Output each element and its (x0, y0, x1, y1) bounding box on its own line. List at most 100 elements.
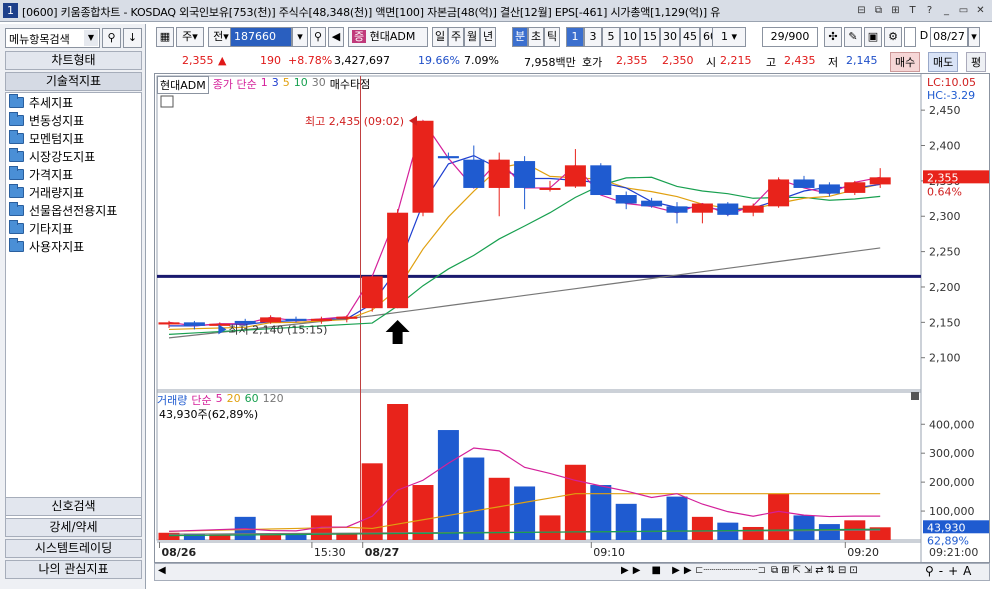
ma-legend-5[interactable]: 5 (283, 76, 290, 94)
period-tab[interactable]: 주 (448, 27, 464, 47)
minute-tab[interactable]: 10 (620, 27, 640, 47)
save-icon[interactable]: ▣ (864, 27, 882, 47)
period-tab[interactable]: 년 (480, 27, 496, 47)
signal-search-button[interactable]: 신호검색 (5, 497, 142, 516)
tree-item[interactable]: 모멘텀지표 (9, 129, 117, 147)
market-label: 주 (182, 30, 193, 43)
strength-button[interactable]: 강세/약세 (5, 518, 142, 537)
tree-item-label: 기타지표 (29, 221, 74, 236)
chart-tools-icons[interactable]: ⧉⊞⇱⇲⇄⇅⊟⊡ (771, 565, 861, 576)
playback-icons[interactable]: ▶▶ ■ ▶▶ (621, 565, 696, 576)
stock-legend[interactable]: 현대ADM (157, 76, 209, 94)
folder-icon (9, 111, 24, 126)
tree-item-label: 변동성지표 (29, 113, 85, 128)
period-tab[interactable]: 초 (528, 27, 544, 47)
window-title: [0600] 키움종합차트 - KOSDAQ 외국인보유[753(천)] 주식수… (22, 6, 721, 19)
scroll-left-icon[interactable]: ◀ (158, 565, 166, 576)
minute-tab[interactable]: 15 (640, 27, 660, 47)
pin-icon[interactable]: ⊞ (888, 3, 903, 18)
search-icon[interactable]: ⚲ (310, 27, 326, 47)
high-annotation: 최고 2,435 (09:02) (305, 115, 404, 128)
ma-legend-3[interactable]: 3 (272, 76, 279, 94)
stock-code-input[interactable]: 187660 (230, 27, 292, 47)
text-icon[interactable]: T (905, 3, 920, 18)
up-arrow-icon: ▲ (218, 54, 227, 67)
tree-item[interactable]: 추세지표 (9, 93, 117, 111)
ma-legend-1[interactable]: 1 (261, 76, 268, 94)
time-axis-label: 09:21:00 (929, 546, 978, 559)
eval-button[interactable]: 평 (966, 52, 987, 72)
sound-icon[interactable]: ◀ (328, 27, 344, 47)
restore-icon[interactable]: ▭ (956, 3, 971, 18)
tree-item[interactable]: 기타지표 (9, 219, 117, 237)
ma-legend-label[interactable]: 종가 단순 (213, 76, 257, 94)
period-tab[interactable]: 분 (512, 27, 528, 47)
date-checkbox[interactable] (904, 27, 916, 47)
y-tick-label: 2,300 (929, 210, 961, 223)
zoom-slider[interactable]: ⊏┄┄┄┄┄┄┄┄┄⊐ (695, 565, 766, 576)
draw-icon[interactable]: ✣ (824, 27, 842, 47)
menu-search-select[interactable]: 메뉴항목검색 ▼ (5, 28, 100, 48)
buy-button[interactable]: 매수 (890, 52, 921, 72)
tree-item-label: 사용자지표 (29, 239, 85, 254)
period-tab[interactable]: 월 (464, 27, 480, 47)
market-select[interactable]: 주▾ (176, 27, 204, 47)
count-input[interactable]: 29/900 (762, 27, 818, 47)
quote-infobar: 2,355 ▲ 190 +8.78% 3,427,697 19.66% 7.09… (152, 51, 992, 72)
chevron-down-icon[interactable]: ▾ (292, 27, 308, 47)
tech-indicator-header[interactable]: 기술적지표 (5, 72, 142, 91)
tree-item[interactable]: 시장강도지표 (9, 147, 117, 165)
zoom-icons[interactable]: ⚲-+A (925, 564, 976, 578)
buy-signal-arrow-icon (385, 320, 410, 344)
minimize-icon[interactable]: _ (939, 3, 954, 18)
chart-area[interactable]: 2,4502,4002,3502,3002,2502,2002,1502,100… (154, 73, 990, 563)
minute-tab[interactable]: 45 (680, 27, 700, 47)
layout-icon[interactable]: ⊟ (854, 3, 869, 18)
signal-legend[interactable]: 매수타점 (330, 76, 370, 94)
candle-up (844, 182, 866, 193)
calendar-chevron-icon[interactable]: ▾ (968, 27, 980, 47)
copy-icon[interactable]: ⧉ (871, 3, 886, 18)
grid-icon[interactable]: ▦ (156, 27, 174, 47)
quote-label: 호가 (582, 56, 603, 69)
multiplier-select[interactable]: 1 ▾ (712, 27, 746, 47)
chevron-down-icon[interactable]: ▼ (84, 30, 98, 46)
gear-icon[interactable]: ⚙ (884, 27, 902, 47)
stock-name-field[interactable]: 증 현대ADM (348, 27, 428, 47)
volume-tick-label: 200,000 (929, 476, 975, 489)
search-icon[interactable]: ⚲ (102, 28, 121, 48)
chart-scrollbar[interactable]: ◀ ▶▶ ■ ▶▶ ⊏┄┄┄┄┄┄┄┄┄⊐ ⧉⊞⇱⇲⇄⇅⊟⊡ ⚲-+A (154, 563, 990, 581)
minute-tab[interactable]: 5 (602, 27, 620, 47)
window-controls: ⊟ ⧉ ⊞ T? _ ▭ ✕ (854, 3, 988, 18)
tree-item[interactable]: 가격지표 (9, 165, 117, 183)
tree-item[interactable]: 변동성지표 (9, 111, 117, 129)
date-input[interactable]: 08/27 (930, 27, 968, 47)
tree-item[interactable]: 사용자지표 (9, 237, 117, 255)
stock-name: 현대ADM (369, 30, 416, 43)
period-tab[interactable]: 틱 (544, 27, 560, 47)
x-tick-label: 09:20 (847, 546, 879, 559)
help-icon[interactable]: ? (922, 3, 937, 18)
chart-svg[interactable]: 2,4502,4002,3502,3002,2502,2002,1502,100… (155, 74, 989, 562)
minute-tab[interactable]: 30 (660, 27, 680, 47)
minute-tab[interactable]: 3 (584, 27, 602, 47)
chart-type-button[interactable]: 차트형태 (5, 51, 142, 70)
ma-legend-10[interactable]: 10 (294, 76, 308, 94)
volume-ma-120[interactable]: 120 (263, 392, 284, 408)
folder-icon (9, 93, 24, 108)
my-indicator-button[interactable]: 나의 관심지표 (5, 560, 142, 579)
volume-bar (641, 518, 663, 540)
close-icon[interactable]: ✕ (973, 3, 988, 18)
ma-legend-30[interactable]: 30 (312, 76, 326, 94)
minute-tab[interactable]: 1 (566, 27, 584, 47)
volume-bar (463, 457, 485, 540)
tree-item-label: 가격지표 (29, 167, 74, 182)
sell-button[interactable]: 매도 (928, 52, 959, 72)
system-trading-button[interactable]: 시스템트레이딩 (5, 539, 142, 558)
tool-icon[interactable]: ✎ (844, 27, 862, 47)
download-icon[interactable]: ↓ (123, 28, 142, 48)
tree-item[interactable]: 거래량지표 (9, 183, 117, 201)
tree-item[interactable]: 선물옵션전용지표 (9, 201, 117, 219)
date-toggle-icon[interactable]: D (918, 27, 930, 47)
period-tab[interactable]: 일 (432, 27, 448, 47)
